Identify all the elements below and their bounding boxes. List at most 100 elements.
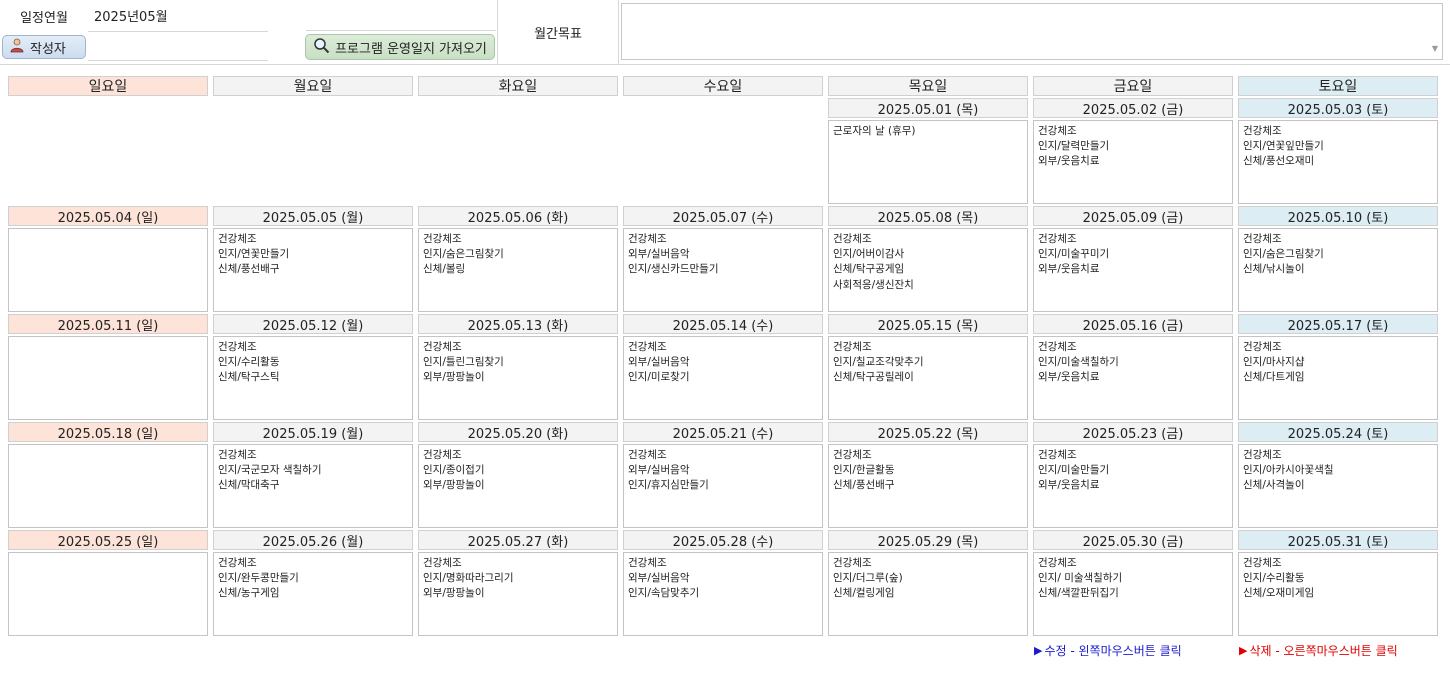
schedule-item: 외부/실버음악: [628, 464, 690, 477]
schedule-item: 건강체조: [1038, 233, 1077, 245]
schedule-item: 외부/웃음치료: [1038, 371, 1100, 384]
schedule-item: 인지/한글활동: [833, 464, 895, 477]
date-header: 2025.05.01 (목): [828, 98, 1028, 118]
day-cell[interactable]: 건강체조 인지/한글활동 신체/풍선배구: [828, 444, 1028, 528]
day-cell[interactable]: 건강체조 인지/명화따라그리기 외부/팡팡놀이: [418, 552, 618, 636]
day-cell[interactable]: 건강체조 외부/실버음악 인지/생신카드만들기: [623, 228, 823, 312]
day-cell[interactable]: 건강체조 외부/실버음악 인지/미로찾기: [623, 336, 823, 420]
date-header: 2025.05.03 (토): [1238, 98, 1438, 118]
day-cell[interactable]: 건강체조 인지/틀린그림찾기 외부/팡팡놀이: [418, 336, 618, 420]
day-cell[interactable]: 건강체조 인지/연꽃만들기 신체/풍선배구: [213, 228, 413, 312]
triangle-right-icon: ▶: [1034, 644, 1043, 657]
day-cell[interactable]: 건강체조 인지/칠교조각맞추기 신체/탁구공릴레이: [828, 336, 1028, 420]
day-cell[interactable]: [8, 336, 208, 420]
date-header: 2025.05.11 (일): [8, 314, 208, 334]
date-header: 2025.05.22 (목): [828, 422, 1028, 442]
weekday-header: 목요일: [828, 76, 1028, 96]
date-header: 2025.05.18 (일): [8, 422, 208, 442]
schedule-item: 건강체조: [218, 233, 257, 245]
day-cell[interactable]: 건강체조 인지/아카시아꽃색칠 신체/사격놀이: [1238, 444, 1438, 528]
day-cell[interactable]: 건강체조 인지/ 미술색칠하기 신체/색깔판뒤집기: [1033, 552, 1233, 636]
day-cell[interactable]: 건강체조 인지/더그루(숲) 신체/컬링게임: [828, 552, 1028, 636]
date-header: 2025.05.29 (목): [828, 530, 1028, 550]
scroll-down-icon[interactable]: ▼: [1432, 44, 1438, 53]
delete-legend: ▶ 삭제 - 오른쪽마우스버튼 클릭: [1239, 642, 1398, 659]
day-cell[interactable]: 건강체조 인지/수리활동 신체/탁구스틱: [213, 336, 413, 420]
schedule-item: 인지/칠교조각맞추기: [833, 356, 924, 369]
monthly-goal-textarea[interactable]: ▼: [621, 3, 1443, 60]
schedule-item: 건강체조: [1243, 341, 1282, 353]
schedule-item: 건강체조: [423, 557, 462, 569]
date-header: 2025.05.15 (목): [828, 314, 1028, 334]
day-cell[interactable]: 건강체조인지/종이접기외부/팡팡놀이: [418, 444, 618, 528]
author-value[interactable]: [88, 33, 268, 61]
schedule-item: 건강체조: [628, 341, 667, 353]
day-cell[interactable]: 건강체조 인지/어버이감사 신체/탁구공게임 사회적응/생신잔치: [828, 228, 1028, 312]
schedule-item: 인지/생신카드만들기: [628, 263, 719, 276]
schedule-item: 인지/종이접기: [423, 464, 485, 477]
day-cell[interactable]: 건강체조 인지/수리활동 신체/오재미게임: [1238, 552, 1438, 636]
schedule-item: 인지/연꽃만들기: [218, 248, 290, 261]
day-cell[interactable]: [8, 552, 208, 636]
month-value[interactable]: 2025년05월: [88, 0, 268, 32]
weekday-header: 수요일: [623, 76, 823, 96]
schedule-item: 건강체조: [833, 233, 872, 245]
day-cell[interactable]: 건강체조 외부/실버음악 인지/휴지심만들기: [623, 444, 823, 528]
schedule-item: 외부/팡팡놀이: [423, 479, 485, 492]
schedule-item: 신체/풍선오재미: [1243, 155, 1315, 168]
schedule-item: 건강체조: [423, 449, 462, 461]
schedule-item: 신체/오재미게임: [1243, 587, 1315, 600]
schedule-item: 외부/웃음치료: [1038, 155, 1100, 168]
date-header: 2025.05.10 (토): [1238, 206, 1438, 226]
day-cell[interactable]: 건강체조 인지/미술색칠하기 외부/웃음치료: [1033, 336, 1233, 420]
date-header: 2025.05.31 (토): [1238, 530, 1438, 550]
day-cell[interactable]: 건강체조 인지/마사지샵 신체/다트게임: [1238, 336, 1438, 420]
schedule-item: 인지/숨은그림찾기: [1243, 248, 1324, 261]
schedule-item: 신체/탁구공릴레이: [833, 371, 914, 384]
day-cell[interactable]: 건강체조 인지/국군모자 색칠하기 신체/막대축구: [213, 444, 413, 528]
schedule-item: 신체/탁구공게임: [833, 263, 905, 276]
date-header: 2025.05.20 (화): [418, 422, 618, 442]
schedule-item: 건강체조: [1038, 449, 1077, 461]
schedule-item: 건강체조: [628, 449, 667, 461]
schedule-item: 신체/막대축구: [218, 479, 280, 492]
schedule-item: 신체/컬링게임: [833, 587, 895, 600]
schedule-item: 외부/웃음치료: [1038, 479, 1100, 492]
schedule-item: 인지/국군모자 색칠하기: [218, 464, 322, 477]
schedule-item: 신체/다트게임: [1243, 371, 1305, 384]
day-cell[interactable]: 건강체조 인지/연꽃잎만들기 신체/풍선오재미: [1238, 120, 1438, 204]
date-header: 2025.05.24 (토): [1238, 422, 1438, 442]
import-button-label: 프로그램 운영일지 가져오기: [335, 41, 487, 57]
schedule-item: 건강체조: [423, 233, 462, 245]
day-cell[interactable]: 건강체조 인지/미술만들기 외부/웃음치료: [1033, 444, 1233, 528]
schedule-item: 건강체조: [1038, 557, 1077, 569]
day-cell[interactable]: 건강체조 인지/달력만들기 외부/웃음치료: [1033, 120, 1233, 204]
goal-label: 월간목표: [534, 26, 582, 42]
month-label: 일정연월: [20, 10, 68, 26]
schedule-item: 신체/볼링: [423, 263, 466, 276]
schedule-item: 건강체조: [1243, 125, 1282, 137]
day-cell[interactable]: [8, 444, 208, 528]
day-cell[interactable]: 건강체조 인지/완두콩만들기 신체/농구게임: [213, 552, 413, 636]
day-cell[interactable]: 건강체조 인지/숨은그림찾기 신체/볼링: [418, 228, 618, 312]
schedule-item: 건강체조: [218, 557, 257, 569]
triangle-right-icon: ▶: [1239, 644, 1248, 657]
schedule-item: 근로자의 날 (휴무): [833, 125, 916, 137]
day-cell[interactable]: [8, 228, 208, 312]
day-cell[interactable]: 근로자의 날 (휴무): [828, 120, 1028, 204]
edit-legend: ▶ 수정 - 왼쪽마우스버튼 클릭: [1034, 642, 1182, 659]
author-button[interactable]: 작성자: [2, 35, 86, 59]
schedule-item: 건강체조: [1038, 341, 1077, 353]
day-cell[interactable]: 건강체조 외부/실버음악 인지/속담맞추기: [623, 552, 823, 636]
day-cell[interactable]: 건강체조 인지/숨은그림찾기 신체/낚시놀이: [1238, 228, 1438, 312]
import-program-log-button[interactable]: 프로그램 운영일지 가져오기: [305, 34, 495, 60]
schedule-item: 건강체조: [1243, 449, 1282, 461]
date-header: 2025.05.04 (일): [8, 206, 208, 226]
schedule-item: 인지/틀린그림찾기: [423, 356, 504, 369]
date-header: 2025.05.02 (금): [1033, 98, 1233, 118]
schedule-item: 신체/탁구스틱: [218, 371, 280, 384]
day-cell[interactable]: 건강체조 인지/미술꾸미기 외부/웃음치료: [1033, 228, 1233, 312]
schedule-item: 건강체조: [1243, 233, 1282, 245]
schedule-item: 건강체조: [833, 557, 872, 569]
date-header: 2025.05.21 (수): [623, 422, 823, 442]
